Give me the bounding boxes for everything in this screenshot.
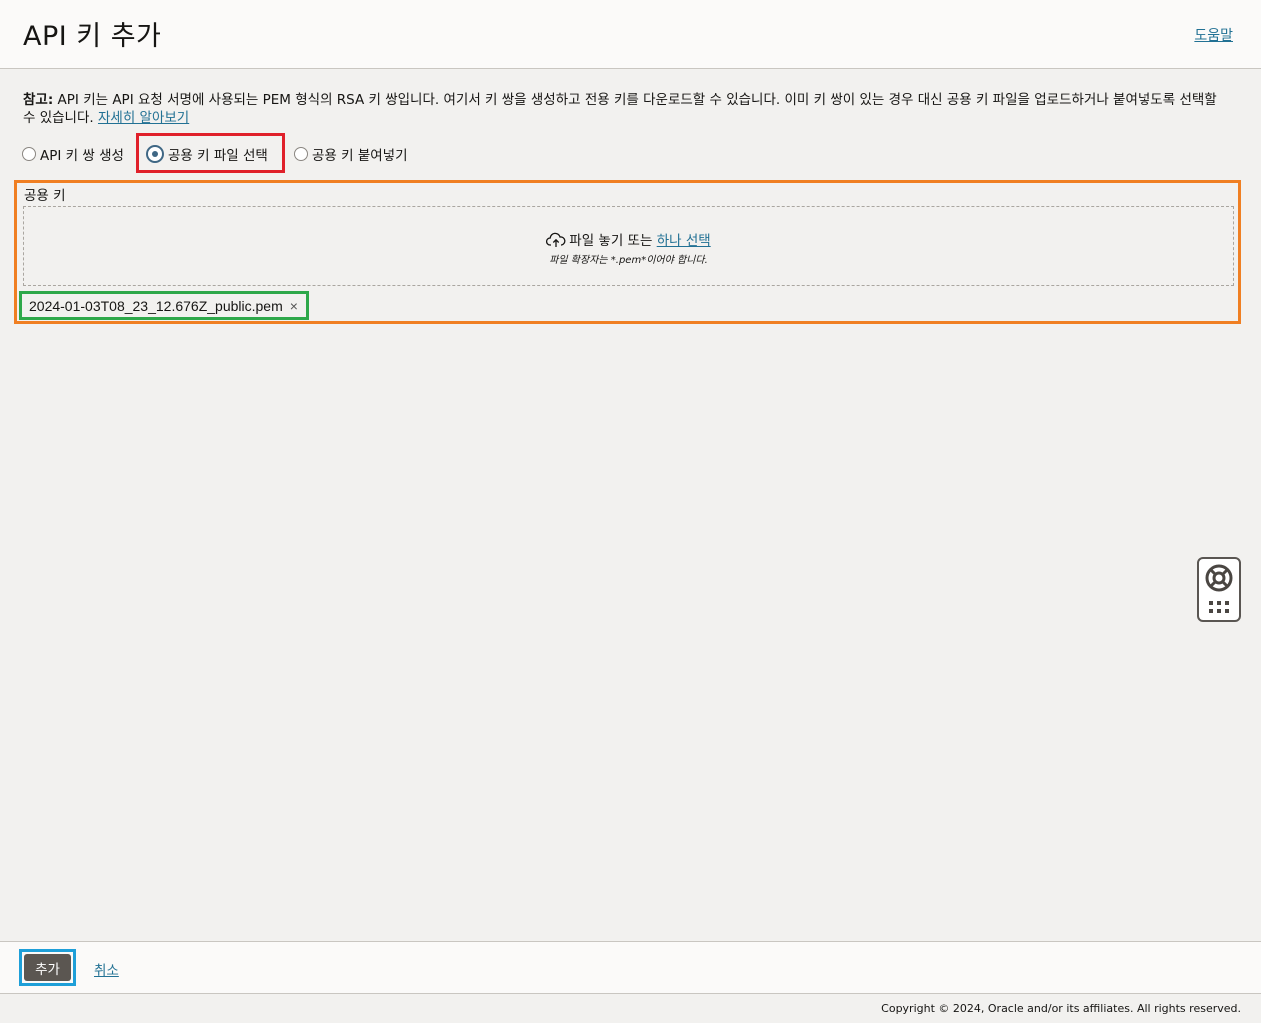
grid-dots-icon [1209,601,1229,613]
radio-circle-selected[interactable] [146,145,164,163]
file-extension-hint: 파일 확장자는 *.pem*이어야 합니다. [549,255,708,266]
footer-actions [0,941,1261,994]
add-button[interactable]: 추가 [24,954,71,981]
copyright-text: Copyright © 2024, Oracle and/or its affi… [881,1002,1241,1015]
learn-more-link[interactable]: 자세히 알아보기 [98,110,189,126]
help-widget[interactable] [1197,557,1241,622]
file-name: 2024-01-03T08_23_12.676Z_public.pem [29,298,283,314]
note-label: 참고: [23,92,54,108]
cloud-upload-icon [546,232,566,247]
radio-circle[interactable] [22,147,36,161]
radio-paste-public-key[interactable]: 공용 키 붙여넣기 [294,141,408,167]
page-title: API 키 추가 [23,21,162,52]
page-header: API 키 추가 도움말 [0,0,1261,69]
remove-file-icon[interactable]: × [290,298,298,314]
cancel-link[interactable]: 취소 [94,959,119,979]
help-link[interactable]: 도움말 [1194,25,1233,45]
radio-label: 공용 키 파일 선택 [168,148,268,164]
radio-circle[interactable] [294,147,308,161]
drop-text: 파일 놓기 또는 [569,233,653,249]
dropzone-prompt: 파일 놓기 또는 하나 선택 [24,229,1233,249]
file-dropzone[interactable]: 파일 놓기 또는 하나 선택 파일 확장자는 *.pem*이어야 합니다. [23,206,1234,286]
note-text: API 키는 API 요청 서명에 사용되는 PEM 형식의 RSA 키 쌍입니… [23,92,1217,126]
selected-file-chip: 2024-01-03T08_23_12.676Z_public.pem × [29,297,298,315]
radio-label: 공용 키 붙여넣기 [312,148,408,164]
radio-choose-public-key-file[interactable]: 공용 키 파일 선택 [146,141,268,167]
public-key-label: 공용 키 [24,188,66,204]
info-note: 참고: API 키는 API 요청 서명에 사용되는 PEM 형식의 RSA 키… [23,91,1233,127]
lifebuoy-icon [1205,564,1233,592]
radio-generate-key-pair[interactable]: API 키 쌍 생성 [22,141,124,167]
select-file-link[interactable]: 하나 선택 [657,233,711,249]
radio-label: API 키 쌍 생성 [40,148,124,164]
